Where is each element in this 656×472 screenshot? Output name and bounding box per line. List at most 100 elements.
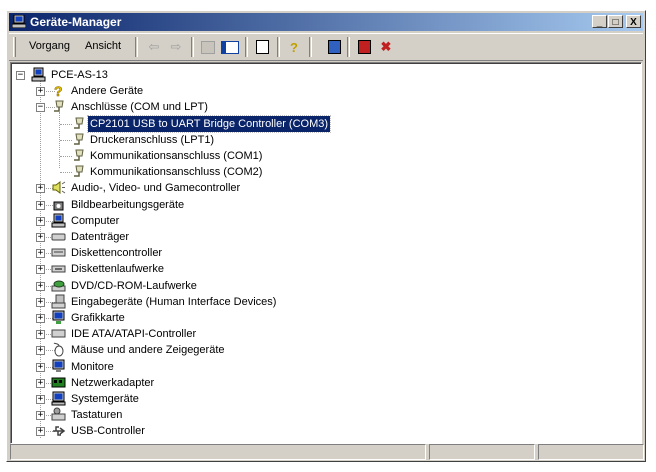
device-manager-window: Geräte-Manager _ □ X Vorgang Ansicht ⇦ ⇨… xyxy=(6,10,646,462)
disable-device-icon[interactable] xyxy=(355,38,373,56)
expand-toggle[interactable]: + xyxy=(36,297,45,307)
computer-icon xyxy=(31,67,46,82)
collapse-toggle[interactable]: − xyxy=(36,103,45,113)
computer-icon xyxy=(51,213,66,228)
tree-item-label: Druckeranschluss (LPT1) xyxy=(90,133,215,146)
tree-category-item[interactable]: + Eingabegeräte (Human Interface Devices) xyxy=(11,294,631,310)
tree-category-item[interactable]: + Mäuse und andere Zeigegeräte xyxy=(11,342,631,358)
tree-category-item[interactable]: + Datenträger xyxy=(11,229,631,245)
display-adapter-icon xyxy=(52,310,65,324)
toolbar-separator xyxy=(245,37,248,57)
expand-toggle[interactable]: + xyxy=(36,314,45,323)
menu-ansicht[interactable]: Ansicht xyxy=(85,40,121,52)
window-title: Geräte-Manager xyxy=(30,15,122,29)
tree-category-item[interactable]: + Diskettencontroller xyxy=(11,245,631,261)
tree-category-item[interactable]: + USB-Controller xyxy=(11,423,631,439)
tree-category-item[interactable]: + Netzwerkadapter xyxy=(11,375,631,391)
tree-item-label: IDE ATA/ATAPI-Controller xyxy=(71,328,197,341)
status-pane xyxy=(429,444,535,460)
svg-text:?: ? xyxy=(54,83,63,98)
expand-toggle[interactable]: + xyxy=(36,87,45,97)
scan-hardware-icon[interactable] xyxy=(325,38,343,56)
close-button[interactable]: X xyxy=(626,15,641,28)
toolbar-grip[interactable] xyxy=(13,37,16,57)
system-device-icon xyxy=(51,391,66,406)
maximize-button[interactable]: □ xyxy=(608,15,623,28)
tree-device-item[interactable]: CP2101 USB to UART Bridge Controller (CO… xyxy=(11,114,631,133)
expand-toggle[interactable]: + xyxy=(36,346,45,356)
port-icon xyxy=(74,117,84,129)
tree-item-label: Anschlüsse (COM und LPT) xyxy=(71,101,208,114)
back-icon[interactable]: ⇦ xyxy=(145,38,163,56)
expand-toggle[interactable]: + xyxy=(36,411,45,421)
tree-category-item[interactable]: + Tastaturen xyxy=(11,407,631,423)
tree-item-label: Andere Geräte xyxy=(71,85,144,98)
tree-device-item[interactable]: Kommunikationsanschluss (COM1) xyxy=(11,148,631,164)
tree-item-label: Eingabegeräte (Human Interface Devices) xyxy=(71,295,277,308)
help-icon[interactable]: ? xyxy=(285,38,303,56)
tree-item-label: Grafikkarte xyxy=(71,312,125,324)
toolbar-separator xyxy=(277,37,280,57)
tree-item-label: Audio-, Video- und Gamecontroller xyxy=(71,182,241,195)
show-hide-tree-icon[interactable] xyxy=(221,38,239,56)
usb-icon xyxy=(53,426,66,437)
status-pane xyxy=(538,444,644,460)
forward-icon[interactable]: ⇨ xyxy=(167,38,185,56)
expand-toggle[interactable]: + xyxy=(36,265,45,275)
tree-category-item[interactable]: + DVD/CD-ROM-Laufwerke xyxy=(11,278,631,294)
tree-category-item[interactable]: + Systemgeräte xyxy=(11,391,631,407)
tree-item-label: Kommunikationsanschluss (COM1) xyxy=(90,150,263,162)
title-bar[interactable]: Geräte-Manager _ □ X xyxy=(9,13,643,31)
up-icon[interactable] xyxy=(199,38,217,56)
tree-item-label: DVD/CD-ROM-Laufwerke xyxy=(71,279,197,292)
toolbar: Vorgang Ansicht ⇦ ⇨ ? ✖ xyxy=(9,33,643,61)
tree-category-item[interactable]: + Computer xyxy=(11,213,631,229)
expand-toggle[interactable]: + xyxy=(36,330,45,340)
tree-root[interactable]: − PCE-AS-13 xyxy=(11,67,311,83)
floppy-controller-icon xyxy=(51,248,66,257)
tree-device-item[interactable]: Kommunikationsanschluss (COM2) xyxy=(11,164,631,180)
properties-icon[interactable] xyxy=(253,38,271,56)
tree-category-item[interactable]: + Monitore xyxy=(11,359,631,375)
expand-toggle[interactable]: + xyxy=(36,281,45,291)
tree-category-item[interactable]: + Audio-, Video- und Gamecontroller xyxy=(11,180,631,196)
floppy-drive-icon xyxy=(51,265,66,273)
minimize-button[interactable]: _ xyxy=(592,15,607,28)
tree-root-label: PCE-AS-13 xyxy=(51,69,108,81)
expand-toggle[interactable]: + xyxy=(36,233,45,242)
tree-category-item[interactable]: + Bildbearbeitungsgeräte xyxy=(11,197,631,213)
tree-category-item[interactable]: − Anschlüsse (COM und LPT) xyxy=(11,99,631,115)
expand-toggle[interactable]: + xyxy=(36,200,45,210)
tree-device-item[interactable]: Druckeranschluss (LPT1) xyxy=(11,132,631,148)
expand-toggle[interactable]: + xyxy=(36,362,45,372)
tree-category-item[interactable]: + Grafikkarte xyxy=(11,310,631,326)
status-bar xyxy=(10,444,644,461)
mouse-icon xyxy=(53,342,64,357)
device-tree[interactable]: − PCE-AS-13 +? Andere Geräte − Anschlüsse (… xyxy=(10,62,642,444)
tree-category-item[interactable]: + IDE ATA/ATAPI-Controller xyxy=(11,326,631,342)
status-pane xyxy=(10,444,426,460)
uninstall-icon[interactable]: ✖ xyxy=(377,38,395,56)
toolbar-separator xyxy=(347,37,350,57)
collapse-toggle[interactable]: − xyxy=(16,71,25,80)
expand-toggle[interactable]: + xyxy=(36,216,45,226)
toolbar-separator xyxy=(191,37,194,57)
expand-toggle[interactable]: + xyxy=(36,249,45,259)
computer-icon xyxy=(12,15,26,28)
port-icon xyxy=(74,165,84,177)
disk-drive-icon xyxy=(51,233,66,241)
expand-toggle[interactable]: + xyxy=(36,427,45,437)
tree-item-label: Bildbearbeitungsgeräte xyxy=(71,198,185,211)
monitor-icon xyxy=(52,359,65,372)
expand-toggle[interactable]: + xyxy=(36,378,45,388)
tree-category-item[interactable]: +? Andere Geräte xyxy=(11,83,631,99)
expand-toggle[interactable]: + xyxy=(36,395,45,404)
toolbar-separator xyxy=(309,37,312,57)
menu-vorgang[interactable]: Vorgang xyxy=(29,40,70,52)
tree-item-label: USB-Controller xyxy=(71,425,145,438)
expand-toggle[interactable]: + xyxy=(36,184,45,194)
tree-item-label: Netzwerkadapter xyxy=(71,376,155,389)
port-icon xyxy=(54,100,64,113)
tree-item-label: Mäuse und andere Zeigegeräte xyxy=(71,344,225,357)
tree-category-item[interactable]: + Diskettenlaufwerke xyxy=(11,261,631,277)
